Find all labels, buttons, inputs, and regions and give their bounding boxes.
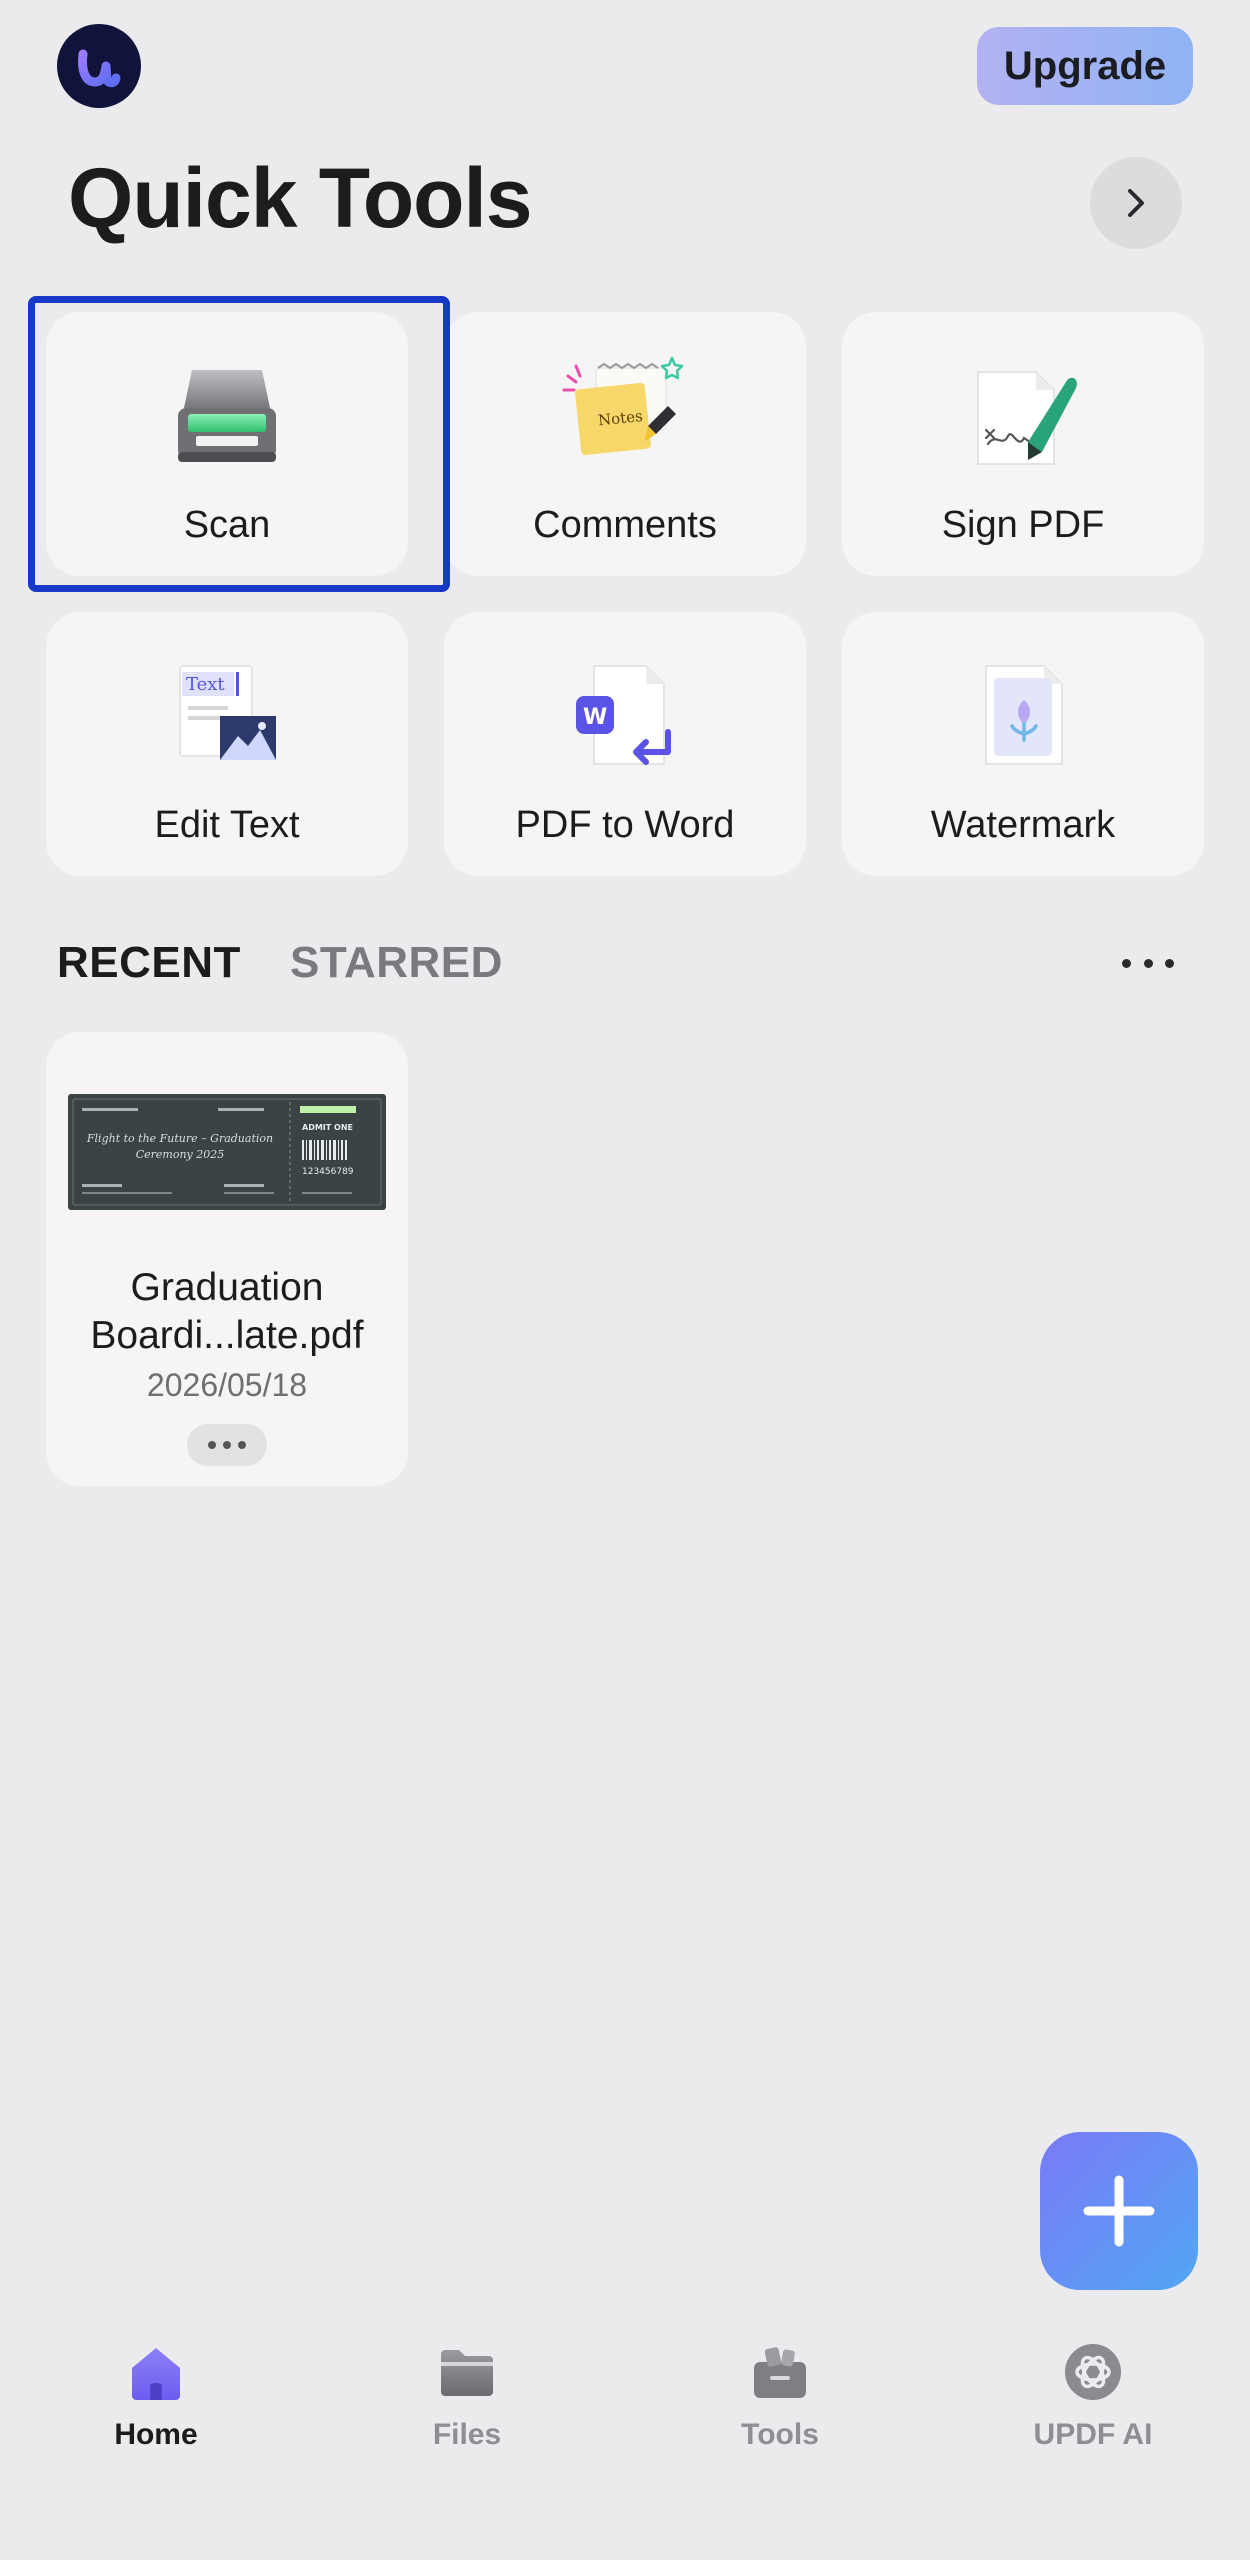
tool-pdf-to-word[interactable]: W PDF to Word: [444, 612, 806, 876]
page-title: Quick Tools: [68, 151, 533, 245]
thumb-title-line2: Ceremony 2025: [136, 1148, 225, 1161]
tool-label: Edit Text: [154, 804, 300, 846]
scanner-icon: [178, 370, 276, 462]
add-button[interactable]: [1040, 2132, 1198, 2290]
updf-logo-icon: [57, 24, 141, 108]
upgrade-button[interactable]: Upgrade: [977, 27, 1193, 105]
recent-file-card[interactable]: Flight to the Future – Graduation Ceremo…: [46, 1032, 408, 1486]
tool-label: Scan: [183, 504, 271, 546]
word-convert-icon: W: [576, 665, 671, 765]
nav-updf-ai[interactable]: UPDF AI: [993, 2340, 1193, 2470]
file-date: 2026/05/18: [146, 1367, 308, 1403]
word-badge: W: [583, 705, 607, 730]
more-options-icon[interactable]: [1122, 945, 1174, 981]
notes-icon: Notes: [562, 356, 684, 456]
file-name: Graduation Boardi...late.pdf: [90, 1266, 364, 1357]
nav-tools[interactable]: Tools: [680, 2340, 880, 2470]
thumb-number: 123456789: [302, 1167, 354, 1177]
tool-sign-pdf[interactable]: Sign PDF: [842, 312, 1204, 576]
tool-comments[interactable]: Notes Comments: [444, 312, 806, 576]
file-thumbnail: Flight to the Future – Graduation Ceremo…: [68, 1094, 386, 1210]
tool-label: Watermark: [930, 804, 1116, 846]
quick-tools-more-button[interactable]: [1090, 157, 1182, 249]
signature-pen-icon: [977, 371, 1077, 465]
chevron-right-icon: [1128, 189, 1144, 217]
tool-label: PDF to Word: [515, 804, 735, 846]
plus-icon: [1083, 2175, 1155, 2247]
home-icon: [132, 2348, 180, 2400]
thumb-title-line1: Flight to the Future – Graduation: [86, 1132, 273, 1145]
tool-watermark[interactable]: Watermark: [842, 612, 1204, 876]
tab-recent[interactable]: RECENT: [57, 938, 241, 988]
watermark-icon: [985, 665, 1063, 765]
home-screen: Upgrade Quick Tools Scan Notes Comments …: [0, 0, 1250, 2560]
nav-files[interactable]: Files: [367, 2340, 567, 2470]
text-badge: Text: [186, 674, 225, 695]
tool-edit-text[interactable]: Text Edit Text: [46, 612, 408, 876]
file-menu-button[interactable]: [187, 1424, 267, 1466]
text-image-icon: Text: [179, 665, 276, 760]
thumb-admit: ADMIT ONE: [302, 1123, 353, 1132]
toolbox-icon: [754, 2347, 806, 2398]
ai-icon: [1065, 2344, 1121, 2400]
folder-icon: [441, 2350, 493, 2396]
tool-label: Comments: [533, 504, 717, 546]
nav-home[interactable]: Home: [56, 2340, 256, 2470]
tool-scan[interactable]: Scan: [46, 312, 408, 576]
tab-starred[interactable]: STARRED: [290, 938, 503, 988]
tool-label: Sign PDF: [941, 504, 1105, 546]
